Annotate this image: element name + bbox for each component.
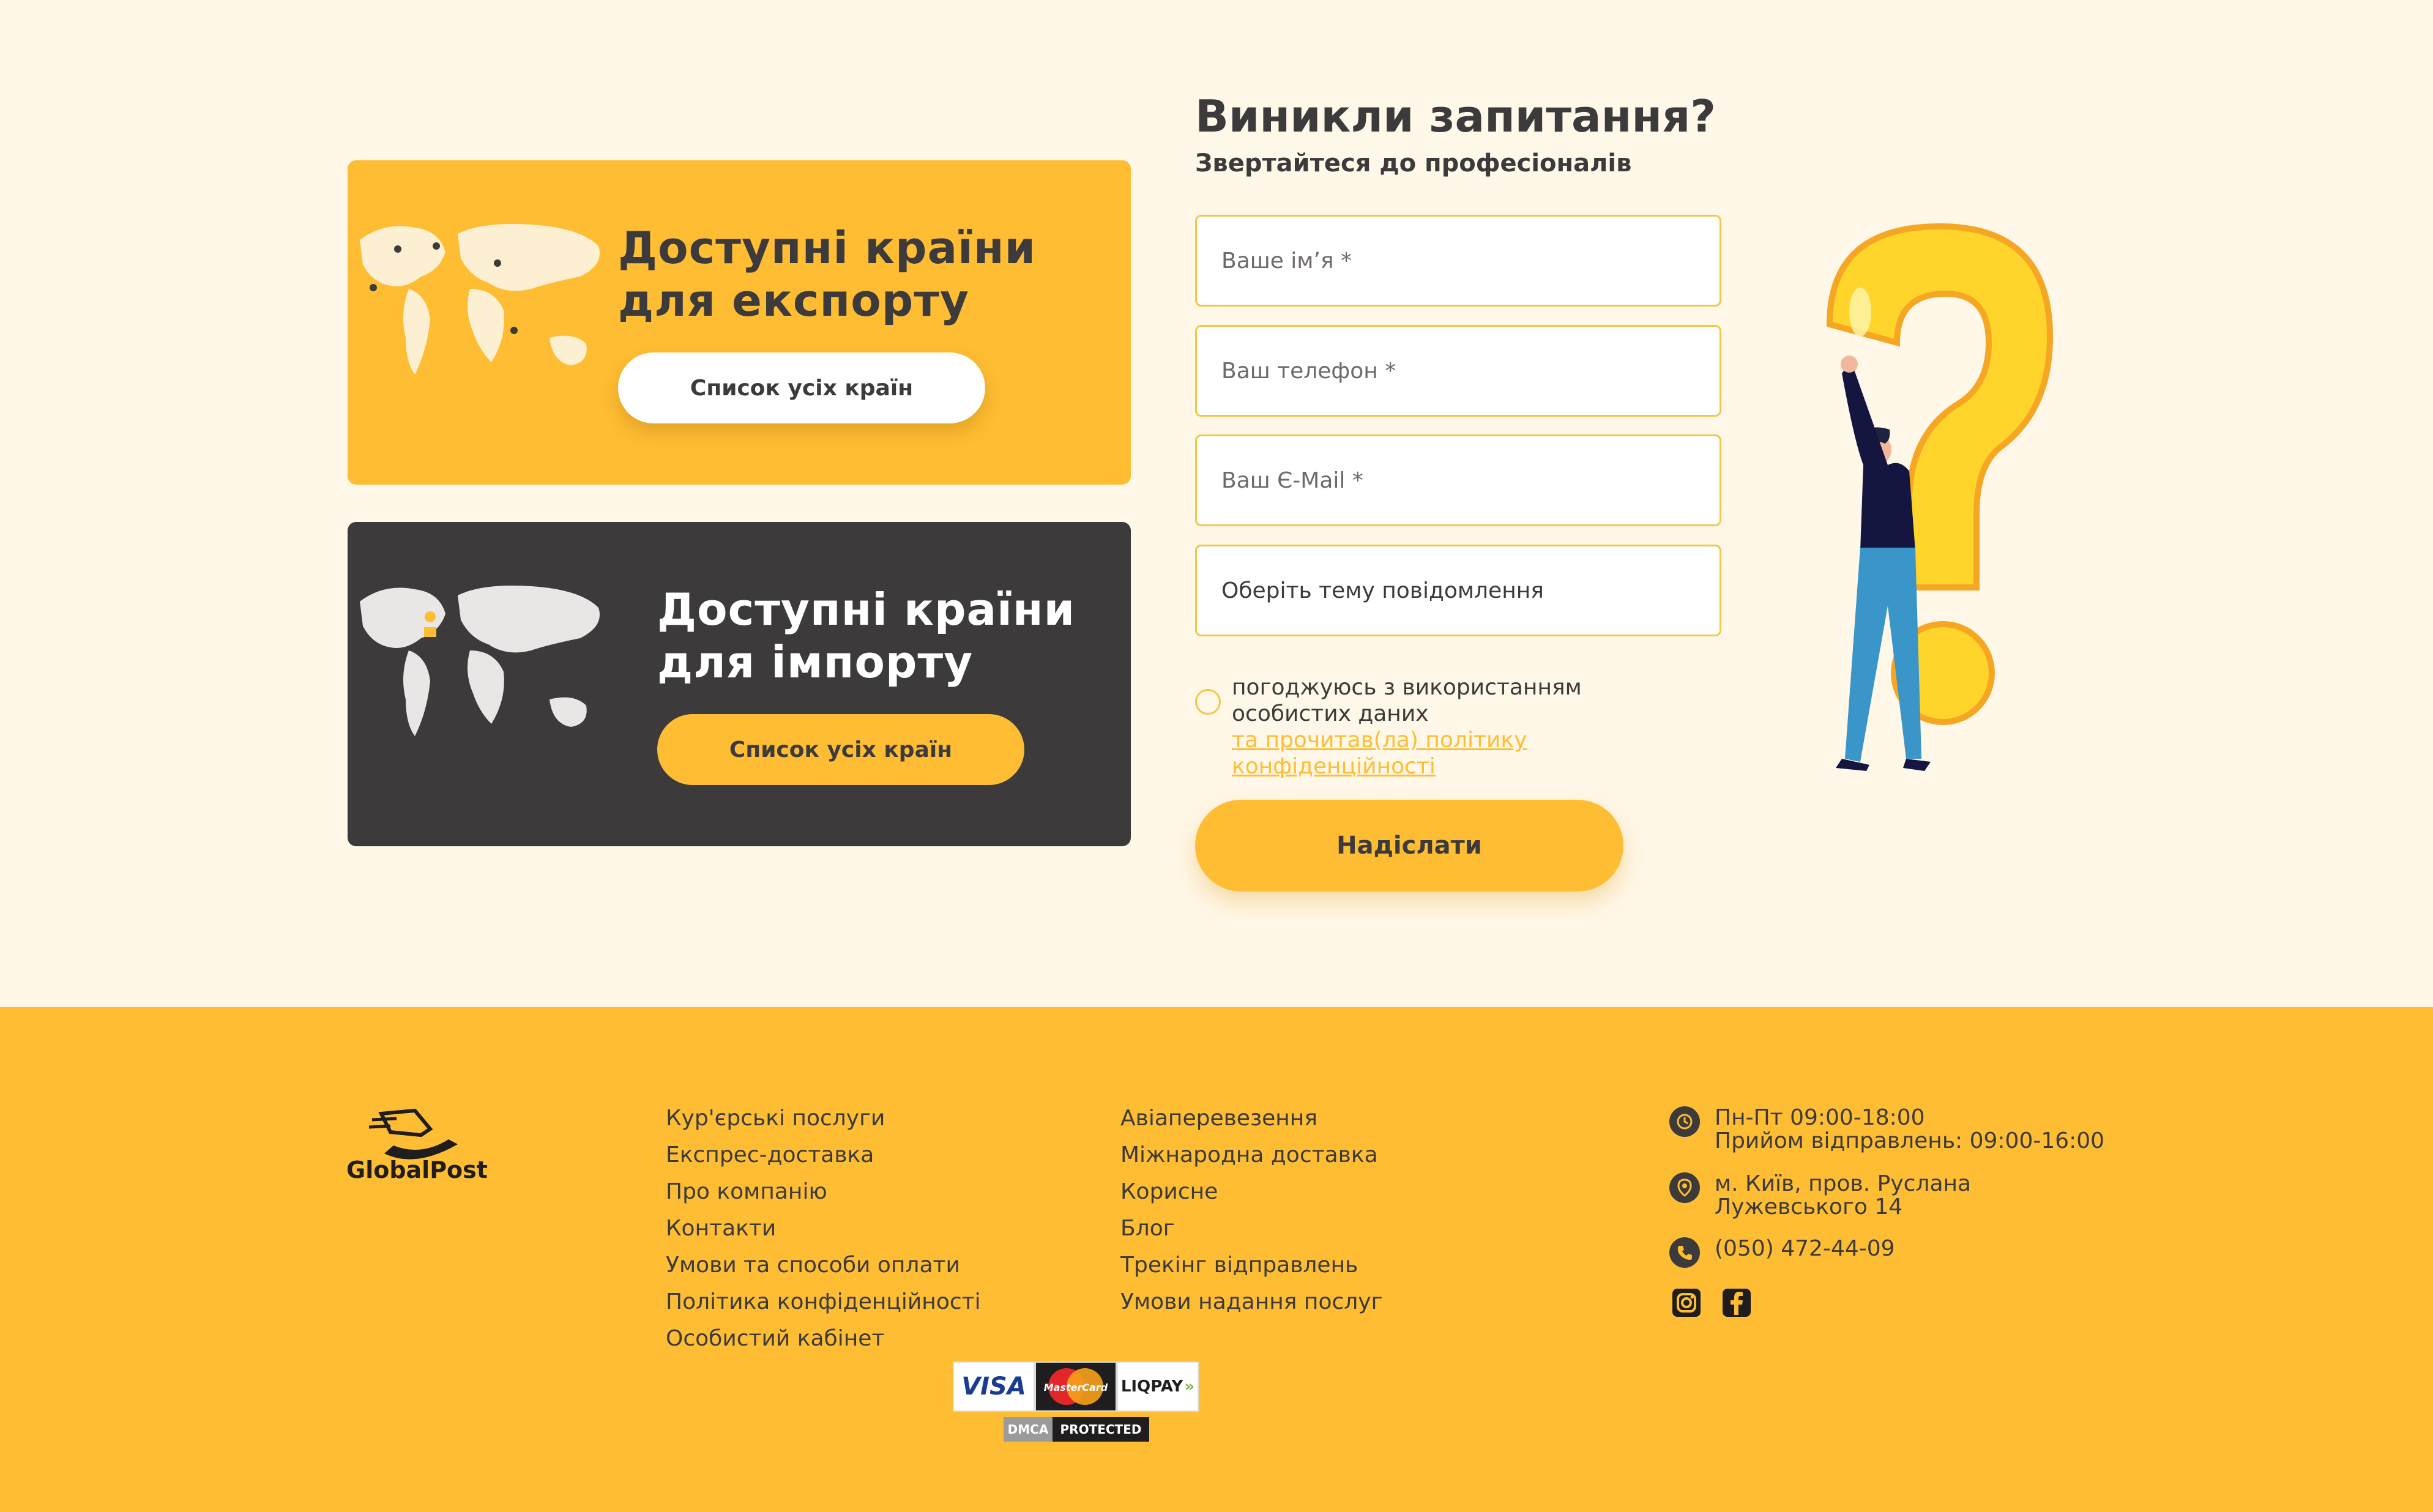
clock-icon: [1669, 1106, 1700, 1137]
world-map-icon: [360, 586, 600, 736]
footer-link-privacy-policy[interactable]: Політика конфіденційності: [666, 1284, 981, 1320]
footer-links-column-1: Кур'єрські послуги Експрес-доставка Про …: [666, 1100, 981, 1357]
footer-link-express-delivery[interactable]: Експрес-доставка: [666, 1137, 981, 1174]
form-title: Виникли запитання?: [1195, 91, 1716, 142]
footer-link-air-freight[interactable]: Авіаперевезення: [1120, 1100, 1382, 1137]
hours-line1: Пн-Пт 09:00-18:00: [1715, 1105, 1925, 1130]
export-title-line2: для експорту: [618, 275, 969, 326]
footer-link-blog[interactable]: Блог: [1120, 1210, 1382, 1247]
footer-link-international-delivery[interactable]: Міжнародна доставка: [1120, 1137, 1382, 1174]
footer-link-courier-services[interactable]: Кур'єрські послуги: [666, 1100, 981, 1137]
world-map-icon: [360, 224, 600, 374]
footer-link-tracking[interactable]: Трекінг відправлень: [1120, 1247, 1382, 1284]
privacy-policy-link[interactable]: та прочитав(ла) політику конфіденційност…: [1232, 727, 1660, 780]
address-line2: Лужевського 14: [1715, 1194, 1903, 1220]
export-title-line1: Доступні країни: [618, 222, 1037, 274]
mastercard-text: MasterCard: [1044, 1382, 1108, 1393]
footer-link-personal-account[interactable]: Особистий кабінет: [666, 1320, 981, 1357]
logo-text: GlobalPost: [346, 1156, 488, 1183]
facebook-icon[interactable]: [1721, 1287, 1753, 1319]
topic-select-value: Оберіть тему повідомлення: [1221, 578, 1544, 603]
phone: (050) 472-44-09: [1669, 1237, 1895, 1268]
consent-label: погоджуюсь з використанням особистих дан…: [1232, 674, 1660, 727]
dmca-left: DMCA: [1004, 1417, 1053, 1442]
liqpay-text: LIQPAY: [1120, 1377, 1183, 1396]
submit-button[interactable]: Надіслати: [1195, 800, 1623, 892]
form-subtitle: Звертайтеся до професіоналів: [1195, 149, 1632, 177]
footer-links-column-2: Авіаперевезення Міжнародна доставка Кори…: [1120, 1100, 1382, 1320]
instagram-icon[interactable]: [1671, 1287, 1702, 1319]
phone-icon: [1669, 1237, 1700, 1268]
topic-select[interactable]: Оберіть тему повідомлення: [1195, 545, 1721, 636]
footer-link-useful[interactable]: Корисне: [1120, 1174, 1382, 1210]
export-card-title: Доступні країни для експорту: [618, 222, 1036, 327]
import-countries-list-button[interactable]: Список усіх країн: [657, 714, 1024, 785]
export-countries-card: Доступні країни для експорту Список усіх…: [348, 160, 1131, 485]
phone-input[interactable]: [1195, 325, 1721, 417]
consent-line2: особистих даних: [1232, 701, 1429, 726]
phone-number[interactable]: (050) 472-44-09: [1715, 1237, 1895, 1261]
footer-link-service-terms[interactable]: Умови надання послуг: [1120, 1284, 1382, 1320]
visa-logo: VISA: [953, 1361, 1035, 1412]
liqpay-logo: LIQPAY »: [1117, 1361, 1199, 1412]
dmca-protected-badge[interactable]: DMCA PROTECTED: [1004, 1417, 1149, 1442]
export-countries-list-button[interactable]: Список усіх країн: [618, 352, 985, 423]
import-countries-card: Доступні країни для імпорту Список усіх …: [348, 522, 1131, 846]
question-mark-person-illustration: [1826, 223, 2054, 771]
dmca-right: PROTECTED: [1053, 1417, 1149, 1442]
footer-link-contacts[interactable]: Контакти: [666, 1210, 981, 1247]
privacy-link-line2: конфіденційності: [1232, 754, 1436, 779]
name-input[interactable]: [1195, 215, 1721, 307]
payment-methods: VISA MasterCard LIQPAY »: [953, 1361, 1199, 1412]
footer-link-payment-terms[interactable]: Умови та способи оплати: [666, 1247, 981, 1284]
hours-line2: Прийом відправлень: 09:00-16:00: [1715, 1128, 2105, 1153]
address-line1: м. Київ, пров. Руслана: [1715, 1171, 1972, 1196]
working-hours: Пн-Пт 09:00-18:00 Прийом відправлень: 09…: [1669, 1106, 2104, 1153]
import-title-line1: Доступні країни: [657, 584, 1076, 635]
address: м. Київ, пров. Руслана Лужевського 14: [1669, 1172, 1971, 1219]
privacy-link-line1: та прочитав(ла) політику: [1232, 728, 1527, 753]
consent-line1: погоджуюсь з використанням: [1232, 675, 1582, 700]
location-pin-icon: [1669, 1172, 1700, 1203]
footer-link-about[interactable]: Про компанію: [666, 1174, 981, 1210]
email-input[interactable]: [1195, 434, 1721, 526]
mastercard-logo: MasterCard: [1035, 1361, 1117, 1412]
import-card-title: Доступні країни для імпорту: [657, 583, 1075, 688]
consent-checkbox[interactable]: [1195, 689, 1221, 715]
import-title-line2: для імпорту: [657, 636, 974, 688]
